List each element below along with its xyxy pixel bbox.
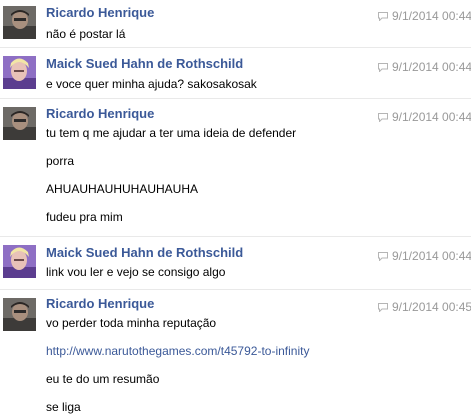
- timestamp-text: 9/1/2014 00:45: [392, 300, 471, 314]
- message-text: link vou ler e vejo se consigo algo: [46, 265, 226, 279]
- message-author[interactable]: Maick Sued Hahn de Rothschild: [46, 245, 243, 260]
- avatar-ricardo[interactable]: [3, 107, 36, 140]
- message-text: não é postar lá: [46, 27, 126, 41]
- message-author[interactable]: Maick Sued Hahn de Rothschild: [46, 56, 243, 71]
- speech-bubble-icon: [378, 113, 388, 123]
- avatar-maick[interactable]: [3, 56, 36, 89]
- message-timestamp: 9/1/2014 00:45: [378, 300, 471, 314]
- profile-photo-icon: [3, 56, 36, 89]
- message-timestamp: 9/1/2014 00:44: [378, 60, 471, 74]
- message-timestamp: 9/1/2014 00:44: [378, 249, 471, 263]
- profile-photo-icon: [3, 245, 36, 278]
- message-link[interactable]: http://www.narutothegames.com/t45792-to-…: [46, 344, 309, 358]
- message-text: vo perder toda minha reputação: [46, 316, 217, 330]
- speech-bubble-icon: [378, 63, 388, 73]
- speech-bubble-icon: [378, 12, 388, 22]
- message-group: Ricardo Henrique 9/1/2014 00:45 vo perde…: [0, 290, 471, 420]
- speech-bubble-icon: [378, 252, 388, 262]
- avatar-maick[interactable]: [3, 245, 36, 278]
- timestamp-text: 9/1/2014 00:44: [392, 110, 471, 124]
- message-timestamp: 9/1/2014 00:44: [378, 9, 471, 23]
- message-group: Maick Sued Hahn de Rothschild 9/1/2014 0…: [0, 237, 471, 290]
- message-text: eu te do um resumão: [46, 372, 160, 386]
- message-text: e voce quer minha ajuda? sakosakosak: [46, 77, 257, 91]
- timestamp-text: 9/1/2014 00:44: [392, 9, 471, 23]
- message-author[interactable]: Ricardo Henrique: [46, 296, 154, 311]
- profile-photo-icon: [3, 107, 36, 140]
- avatar-ricardo[interactable]: [3, 6, 36, 39]
- message-text: tu tem q me ajudar a ter uma ideia de de…: [46, 126, 297, 140]
- timestamp-text: 9/1/2014 00:44: [392, 249, 471, 263]
- message-text: se liga: [46, 400, 81, 414]
- message-group: Ricardo Henrique 9/1/2014 00:44 tu tem q…: [0, 99, 471, 237]
- message-author[interactable]: Ricardo Henrique: [46, 106, 154, 121]
- message-author[interactable]: Ricardo Henrique: [46, 5, 154, 20]
- message-text: porra: [46, 154, 75, 168]
- speech-bubble-icon: [378, 303, 388, 313]
- timestamp-text: 9/1/2014 00:44: [392, 60, 471, 74]
- message-text: fudeu pra mim: [46, 210, 123, 224]
- avatar-ricardo[interactable]: [3, 298, 36, 331]
- profile-photo-icon: [3, 298, 36, 331]
- message-group: Maick Sued Hahn de Rothschild 9/1/2014 0…: [0, 48, 471, 99]
- message-timestamp: 9/1/2014 00:44: [378, 110, 471, 124]
- message-group: Ricardo Henrique 9/1/2014 00:44 não é po…: [0, 0, 471, 48]
- message-text: AHUAUHAUHUHAUHAUHA: [46, 182, 199, 196]
- chat-history: Ricardo Henrique 9/1/2014 00:44 não é po…: [0, 0, 471, 420]
- profile-photo-icon: [3, 6, 36, 39]
